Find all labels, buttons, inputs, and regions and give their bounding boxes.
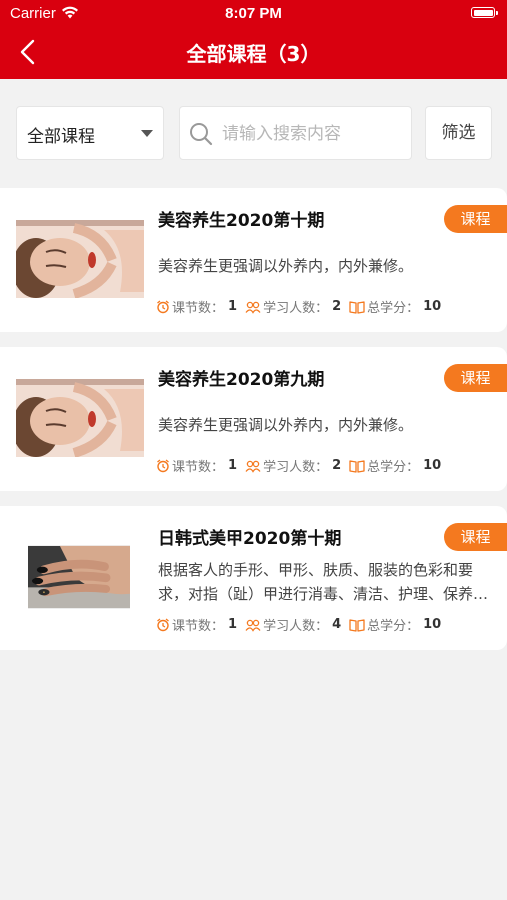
credits-stat: 总学分： 10 bbox=[349, 615, 441, 634]
people-icon bbox=[245, 619, 261, 632]
course-title: 美容养生2020第九期 bbox=[158, 370, 325, 390]
filter-bar: 全部课程 筛选 bbox=[0, 106, 507, 160]
lessons-value: 1 bbox=[228, 458, 238, 473]
category-selected-value: 全部课程 bbox=[27, 127, 95, 147]
filter-button[interactable]: 筛选 bbox=[425, 106, 492, 160]
alarm-clock-icon bbox=[157, 617, 169, 631]
open-book-icon bbox=[349, 300, 365, 314]
learners-value: 2 bbox=[332, 299, 342, 314]
lessons-label: 课节数： bbox=[172, 301, 225, 316]
course-thumbnail-face-massage bbox=[16, 220, 144, 298]
course-stats: 课节数： 1 学习人数： 2 总学分： 10 bbox=[156, 297, 449, 316]
alarm-clock-icon bbox=[157, 458, 169, 472]
course-card[interactable]: 美容养生2020第九期 课程 美容养生更强调以外养内，内外兼修。 课节数： 1 … bbox=[0, 347, 507, 491]
learners-label: 学习人数： bbox=[263, 301, 329, 316]
caret-down-icon bbox=[141, 130, 153, 137]
course-stats: 课节数： 1 学习人数： 4 总学分： 10 bbox=[156, 615, 449, 634]
search-input[interactable] bbox=[222, 119, 407, 149]
credits-value: 10 bbox=[423, 299, 442, 314]
open-book-icon bbox=[349, 459, 365, 473]
credits-value: 10 bbox=[423, 617, 442, 632]
status-time: 8:07 PM bbox=[225, 5, 282, 22]
search-box[interactable] bbox=[179, 106, 412, 160]
lessons-stat: 课节数： 1 bbox=[156, 297, 237, 316]
learners-label: 学习人数： bbox=[263, 460, 329, 475]
course-stats: 课节数： 1 学习人数： 2 总学分： 10 bbox=[156, 456, 449, 475]
course-card[interactable]: 美容养生2020第十期 课程 美容养生更强调以外养内，内外兼修。 课节数： 1 … bbox=[0, 188, 507, 332]
course-card[interactable]: 日韩式美甲2020第十期 课程 根据客人的手形、甲形、肤质、服装的色彩和要求，对… bbox=[0, 506, 507, 650]
credits-label: 总学分： bbox=[367, 301, 420, 316]
course-title: 日韩式美甲2020第十期 bbox=[158, 529, 342, 549]
course-type-badge: 课程 bbox=[444, 523, 507, 551]
battery-icon bbox=[471, 7, 498, 18]
open-book-icon bbox=[349, 618, 365, 632]
course-thumbnail-nail-art bbox=[28, 545, 130, 609]
lessons-stat: 课节数： 1 bbox=[156, 615, 237, 634]
lessons-stat: 课节数： 1 bbox=[156, 456, 237, 475]
lessons-value: 1 bbox=[228, 617, 238, 632]
lessons-label: 课节数： bbox=[172, 619, 225, 634]
credits-label: 总学分： bbox=[367, 460, 420, 475]
credits-value: 10 bbox=[423, 458, 442, 473]
learners-value: 2 bbox=[332, 458, 342, 473]
course-thumbnail-face-massage bbox=[16, 379, 144, 457]
learners-stat: 学习人数： 2 bbox=[245, 297, 341, 316]
course-type-badge: 课程 bbox=[444, 205, 507, 233]
status-bar: Carrier 8:07 PM bbox=[0, 0, 507, 28]
learners-stat: 学习人数： 2 bbox=[245, 456, 341, 475]
learners-label: 学习人数： bbox=[263, 619, 329, 634]
credits-stat: 总学分： 10 bbox=[349, 297, 441, 316]
page-title: 全部课程（3） bbox=[186, 42, 321, 66]
app-header: Carrier 8:07 PM 全部课程（3） bbox=[0, 0, 507, 79]
credits-label: 总学分： bbox=[367, 619, 420, 634]
lessons-value: 1 bbox=[228, 299, 238, 314]
learners-stat: 学习人数： 4 bbox=[245, 615, 341, 634]
course-description: 美容养生更强调以外养内，内外兼修。 bbox=[158, 257, 414, 275]
lessons-label: 课节数： bbox=[172, 460, 225, 475]
course-description: 根据客人的手形、甲形、肤质、服装的色彩和要求，对指（趾）甲进行消毒、清洁、护理、… bbox=[158, 561, 489, 603]
learners-value: 4 bbox=[332, 617, 342, 632]
course-description: 美容养生更强调以外养内，内外兼修。 bbox=[158, 416, 414, 434]
category-dropdown[interactable]: 全部课程 bbox=[16, 106, 164, 160]
alarm-clock-icon bbox=[157, 299, 169, 313]
search-icon bbox=[190, 123, 213, 146]
people-icon bbox=[245, 460, 261, 473]
course-title: 美容养生2020第十期 bbox=[158, 211, 325, 231]
course-type-badge: 课程 bbox=[444, 364, 507, 392]
people-icon bbox=[245, 301, 261, 314]
credits-stat: 总学分： 10 bbox=[349, 456, 441, 475]
